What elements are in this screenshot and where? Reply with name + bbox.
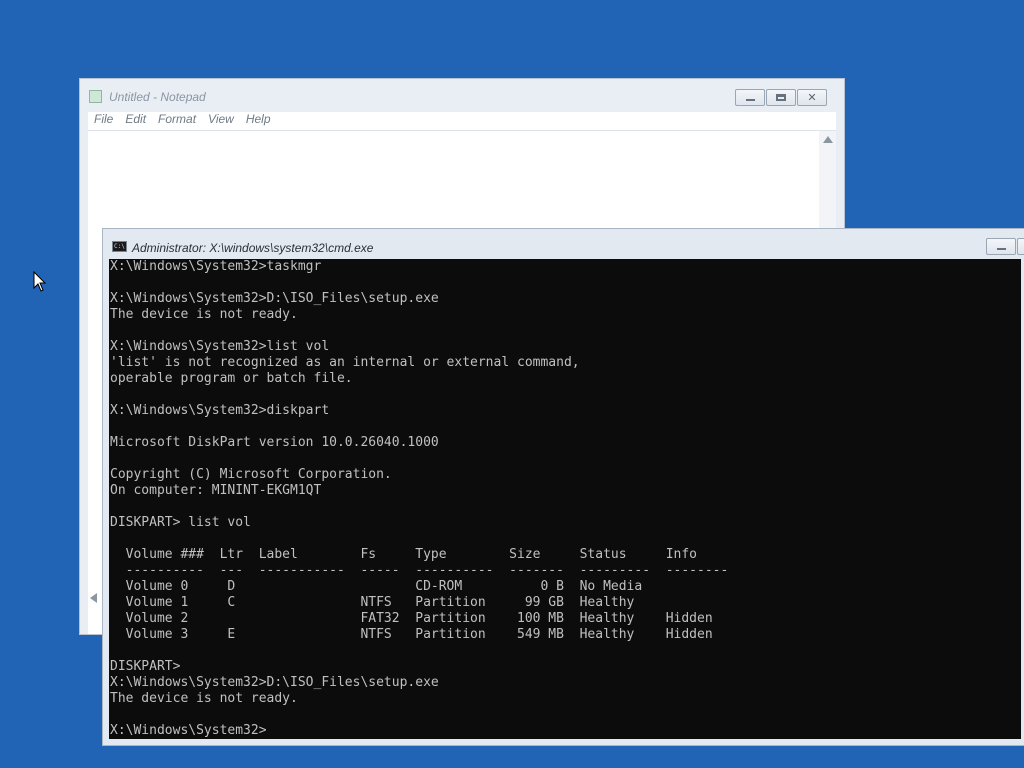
console-line: X:\Windows\System32>D:\ISO_Files\setup.e… xyxy=(110,675,439,690)
console-line: The device is not ready. xyxy=(110,307,298,322)
console-line: Copyright (C) Microsoft Corporation. xyxy=(110,467,392,482)
console-line: DISKPART> xyxy=(110,659,181,674)
cmd-maximize-button[interactable] xyxy=(1017,238,1024,255)
console-line: ---------- --- ----------- ----- -------… xyxy=(110,563,729,578)
console-line: X:\Windows\System32>diskpart xyxy=(110,403,330,418)
notepad-minimize-button[interactable] xyxy=(735,89,765,106)
menu-file[interactable]: File xyxy=(88,112,119,130)
cmd-icon: C:\ xyxy=(112,241,127,252)
console-line: Volume 1 C NTFS Partition 99 GB Healthy xyxy=(110,595,635,610)
menu-edit[interactable]: Edit xyxy=(119,112,152,130)
notepad-titlebar[interactable]: Untitled - Notepad ✕ xyxy=(80,79,844,111)
menu-help[interactable]: Help xyxy=(240,112,277,130)
console-line: Volume 3 E NTFS Partition 549 MB Healthy… xyxy=(110,627,713,642)
console-line: X:\Windows\System32>list vol xyxy=(110,339,330,354)
cmd-minimize-button[interactable] xyxy=(986,238,1016,255)
notepad-close-button[interactable]: ✕ xyxy=(797,89,827,106)
notepad-menubar: File Edit Format View Help xyxy=(88,112,836,130)
cmd-window[interactable]: C:\ Administrator: X:\windows\system32\c… xyxy=(102,228,1024,746)
console-line: On computer: MININT-EKGM1QT xyxy=(110,483,322,498)
console-line: operable program or batch file. xyxy=(110,371,353,386)
console-line: 'list' is not recognized as an internal … xyxy=(110,355,580,370)
console-line: X:\Windows\System32>taskmgr xyxy=(110,259,322,274)
scroll-left-arrow-icon[interactable] xyxy=(90,593,97,603)
notepad-maximize-button[interactable] xyxy=(766,89,796,106)
console-line: The device is not ready. xyxy=(110,691,298,706)
close-icon: ✕ xyxy=(807,91,817,104)
menu-view[interactable]: View xyxy=(202,112,240,130)
console-line: Volume 0 D CD-ROM 0 B No Media xyxy=(110,579,643,594)
arrow-pointer-icon xyxy=(33,271,47,292)
console-line: X:\Windows\System32> xyxy=(110,723,267,738)
scroll-up-arrow-icon[interactable] xyxy=(823,136,833,143)
console-line: Volume ### Ltr Label Fs Type Size Status… xyxy=(110,547,697,562)
minimize-icon xyxy=(746,99,755,101)
console-line: X:\Windows\System32>D:\ISO_Files\setup.e… xyxy=(110,291,439,306)
console-line: Volume 2 FAT32 Partition 100 MB Healthy … xyxy=(110,611,713,626)
minimize-icon xyxy=(997,248,1006,250)
cmd-titlebar[interactable]: C:\ Administrator: X:\windows\system32\c… xyxy=(103,229,1024,259)
cmd-title: Administrator: X:\windows\system32\cmd.e… xyxy=(132,241,374,255)
maximize-icon xyxy=(776,94,786,101)
notepad-title: Untitled - Notepad xyxy=(109,90,206,104)
console-line: DISKPART> list vol xyxy=(110,515,251,530)
notepad-icon xyxy=(89,90,102,103)
console-line: Microsoft DiskPart version 10.0.26040.10… xyxy=(110,435,439,450)
console-output[interactable]: X:\Windows\System32>taskmgr X:\Windows\S… xyxy=(109,259,1021,739)
menu-format[interactable]: Format xyxy=(152,112,202,130)
console-text: X:\Windows\System32>taskmgr X:\Windows\S… xyxy=(109,259,1021,739)
